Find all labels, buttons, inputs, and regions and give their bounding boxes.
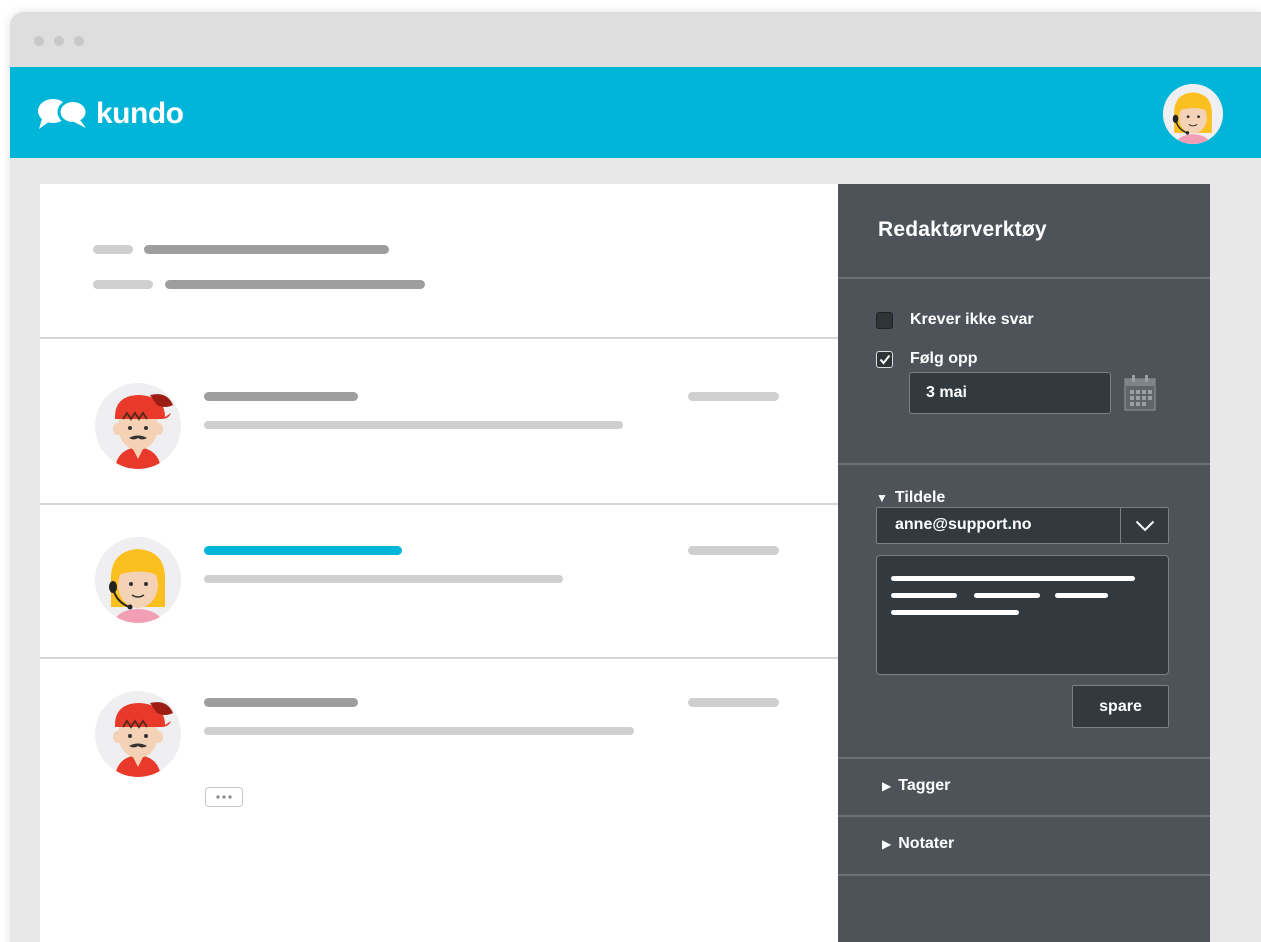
checkbox-unchecked[interactable] [876,311,893,329]
window-minimize-dot[interactable] [54,36,64,46]
section-assign-toggle[interactable]: ▼ Tildele [876,489,945,507]
dropdown-arrow-button[interactable] [1120,508,1168,543]
placeholder-text [204,575,563,583]
user-avatar[interactable] [1163,84,1223,144]
window-close-dot[interactable] [34,36,44,46]
checkbox-follow-up[interactable]: Følg opp [876,350,978,368]
ellipsis-icon [216,795,232,799]
placeholder-text [688,546,779,555]
assign-note-textarea[interactable] [876,555,1169,675]
checkmark-icon [879,354,890,365]
avatar [95,383,181,469]
placeholder-text [688,698,779,707]
calendar-icon[interactable] [1124,375,1156,411]
follow-up-date-input[interactable]: 3 mai [909,372,1111,414]
window-maximize-dot[interactable] [74,36,84,46]
placeholder-text [144,245,389,254]
section-heading: Tagger [898,777,951,794]
brand-name: kundo [96,97,184,130]
divider [838,815,1210,817]
checkbox-label: Følg opp [910,350,978,367]
list-item[interactable] [40,660,839,942]
divider [838,277,1210,279]
section-notes-toggle[interactable]: ▶ Notater [882,835,954,853]
avatar-man-illustration [95,691,181,777]
assignee-selected-value: anne@support.no [895,516,1032,533]
placeholder-text [204,698,358,707]
triangle-right-icon: ▶ [882,837,892,851]
kundo-logo[interactable]: kundo [36,97,184,131]
panel-title: Redaktørverktøy [878,218,1047,241]
placeholder-text [165,280,425,289]
chevron-down-icon [1135,520,1154,531]
app-header: kundo [10,67,1261,158]
checkbox-label: Krever ikke svar [910,311,1034,328]
placeholder-text [688,392,779,401]
text-line [891,576,1135,581]
divider [838,874,1210,876]
thread-header [40,184,839,339]
avatar-woman-illustration [1163,84,1223,144]
placeholder-text [93,280,153,289]
speech-bubbles-icon [38,99,89,129]
checkbox-checked[interactable] [876,350,893,368]
avatar [95,537,181,623]
avatar [95,691,181,777]
placeholder-text [204,727,634,735]
save-button[interactable]: spare [1072,685,1169,728]
text-line [1055,593,1108,598]
placeholder-text [204,421,623,429]
avatar-man-illustration [95,383,181,469]
section-heading: Tildele [894,489,946,506]
triangle-right-icon: ▶ [882,779,892,793]
section-tags-toggle[interactable]: ▶ Tagger [882,777,950,795]
triangle-down-icon: ▼ [876,491,888,505]
highlighted-placeholder-text [204,546,402,555]
checkbox-no-reply-needed[interactable]: Krever ikke svar [876,311,1034,329]
text-line [891,610,1019,615]
placeholder-text [204,392,358,401]
divider [838,463,1210,465]
conversation-list [40,184,839,942]
list-item[interactable] [40,352,839,505]
text-line [891,593,957,598]
text-line [974,593,1040,598]
divider [838,757,1210,759]
placeholder-text [93,245,133,254]
section-heading: Notater [898,835,955,852]
more-button[interactable] [205,787,243,807]
list-item[interactable] [40,506,839,659]
window-titlebar [10,12,1261,67]
avatar-woman-illustration [95,537,181,623]
assignee-select[interactable]: anne@support.no [876,507,1169,544]
editor-tools-panel: Redaktørverktøy Krever ikke svar Følg op… [838,184,1210,942]
